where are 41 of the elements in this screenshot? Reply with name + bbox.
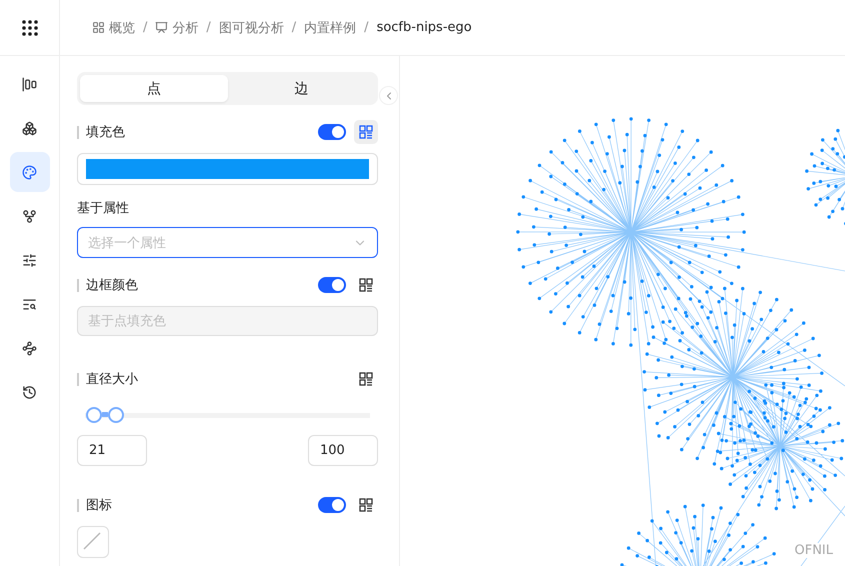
grid-icon (359, 278, 373, 292)
breadcrumb-separator: / (292, 20, 296, 35)
nodes-icon (22, 340, 37, 356)
cube-icon (22, 120, 37, 136)
fork-icon (22, 208, 37, 224)
slider-handle[interactable] (108, 407, 124, 423)
breadcrumb-link[interactable]: socfb-nips-ego (376, 20, 472, 35)
history-icon (22, 384, 37, 400)
grid-icon (359, 125, 373, 139)
breadcrumb-link[interactable]: 内置样例 (304, 18, 356, 36)
toggle-switch[interactable] (318, 277, 346, 293)
color-field[interactable] (77, 153, 378, 185)
presentation-icon (155, 21, 168, 34)
grid-icon (359, 372, 373, 386)
grid-icon (92, 21, 105, 34)
list-search-icon (22, 296, 37, 312)
slider-fill (102, 412, 108, 417)
breadcrumb-separator: / (206, 20, 211, 35)
input-field[interactable]: 100 (308, 435, 378, 466)
section-title: 填充色 (77, 126, 310, 138)
section-title: 直径大小 (77, 372, 346, 386)
palette-icon (22, 164, 37, 180)
sliders-icon (22, 252, 37, 268)
slider-handle[interactable] (86, 407, 102, 423)
section-title: 边框颜色 (77, 278, 310, 292)
breadcrumb-separator: / (364, 20, 369, 35)
section-title: 图标 (77, 498, 310, 512)
grid-icon (359, 498, 373, 512)
toggle-switch[interactable] (318, 497, 346, 513)
breadcrumb-link[interactable]: 图可视分析 (218, 18, 284, 36)
tab[interactable]: 点 (80, 75, 228, 102)
input-field[interactable]: 21 (77, 435, 147, 466)
breadcrumb-separator: / (143, 20, 148, 35)
tab[interactable]: 边 (228, 75, 375, 102)
field-label: 基于属性 (77, 200, 130, 217)
canvas-label: OFNIL (792, 543, 835, 558)
breadcrumb-link[interactable]: 分析 (172, 18, 198, 36)
breadcrumb-link[interactable]: 概览 (109, 18, 135, 36)
bars-icon (22, 76, 37, 92)
toggle-switch[interactable] (318, 124, 346, 140)
menu-icon[interactable] (22, 20, 38, 36)
